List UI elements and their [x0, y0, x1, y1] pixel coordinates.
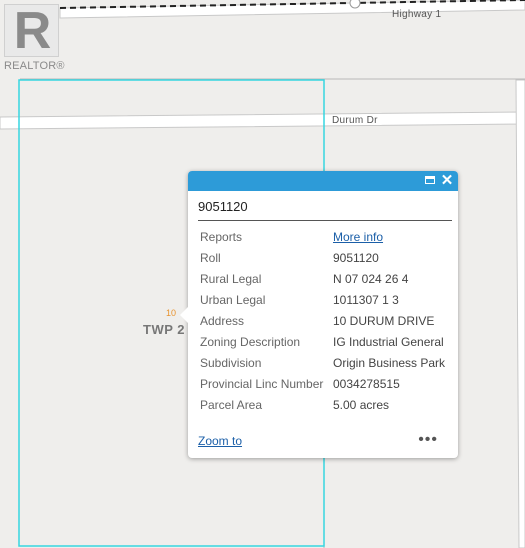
- parcel-popup: ✕ 9051120 Reports More info Roll 9051120…: [180, 171, 458, 458]
- attr-key: Address: [200, 314, 245, 328]
- highway-label: Highway 1: [392, 9, 442, 20]
- popup-divider: [198, 220, 452, 221]
- zoom-to-link[interactable]: Zoom to: [198, 434, 242, 448]
- realtor-logo-letter: R: [13, 2, 52, 60]
- attr-key: Provincial Linc Number: [200, 377, 324, 391]
- parcel-number-label: 10: [166, 308, 177, 318]
- realtor-logo-text: REALTOR®: [4, 60, 65, 72]
- attr-key: Zoning Description: [200, 335, 301, 349]
- attr-key: Rural Legal: [200, 272, 262, 286]
- attr-value: 5.00 acres: [333, 398, 390, 412]
- attr-value: N 07 024 26 4: [333, 272, 409, 286]
- popup-title: 9051120: [198, 199, 248, 214]
- popup-footer: Zoom to •••: [198, 431, 448, 452]
- close-icon[interactable]: ✕: [440, 173, 454, 188]
- attr-value: IG Industrial General: [333, 335, 444, 349]
- durum-dr-label: Durum Dr: [332, 115, 378, 126]
- attr-value: 1011307 1 3: [333, 293, 399, 307]
- attr-key: Urban Legal: [200, 293, 266, 307]
- attr-key: Subdivision: [200, 356, 262, 370]
- attr-key: Reports: [200, 230, 243, 244]
- attr-value: 10 DURUM DRIVE: [333, 314, 435, 328]
- popup-header: ✕: [188, 171, 458, 191]
- attr-value: 9051120: [333, 251, 379, 265]
- realtor-logo-box: R: [4, 2, 59, 60]
- attr-value: Origin Business Park: [333, 356, 446, 370]
- attr-key: Roll: [200, 251, 221, 265]
- attr-value: 0034278515: [333, 377, 400, 391]
- more-info-link[interactable]: More info: [333, 230, 383, 244]
- realtor-logo: R REALTOR®: [4, 2, 65, 74]
- maximize-icon[interactable]: [424, 174, 438, 188]
- popup-pointer: [180, 307, 188, 323]
- attr-key: Parcel Area: [200, 398, 263, 412]
- parcel-label: TWP 2: [143, 322, 185, 337]
- more-icon[interactable]: •••: [418, 431, 438, 449]
